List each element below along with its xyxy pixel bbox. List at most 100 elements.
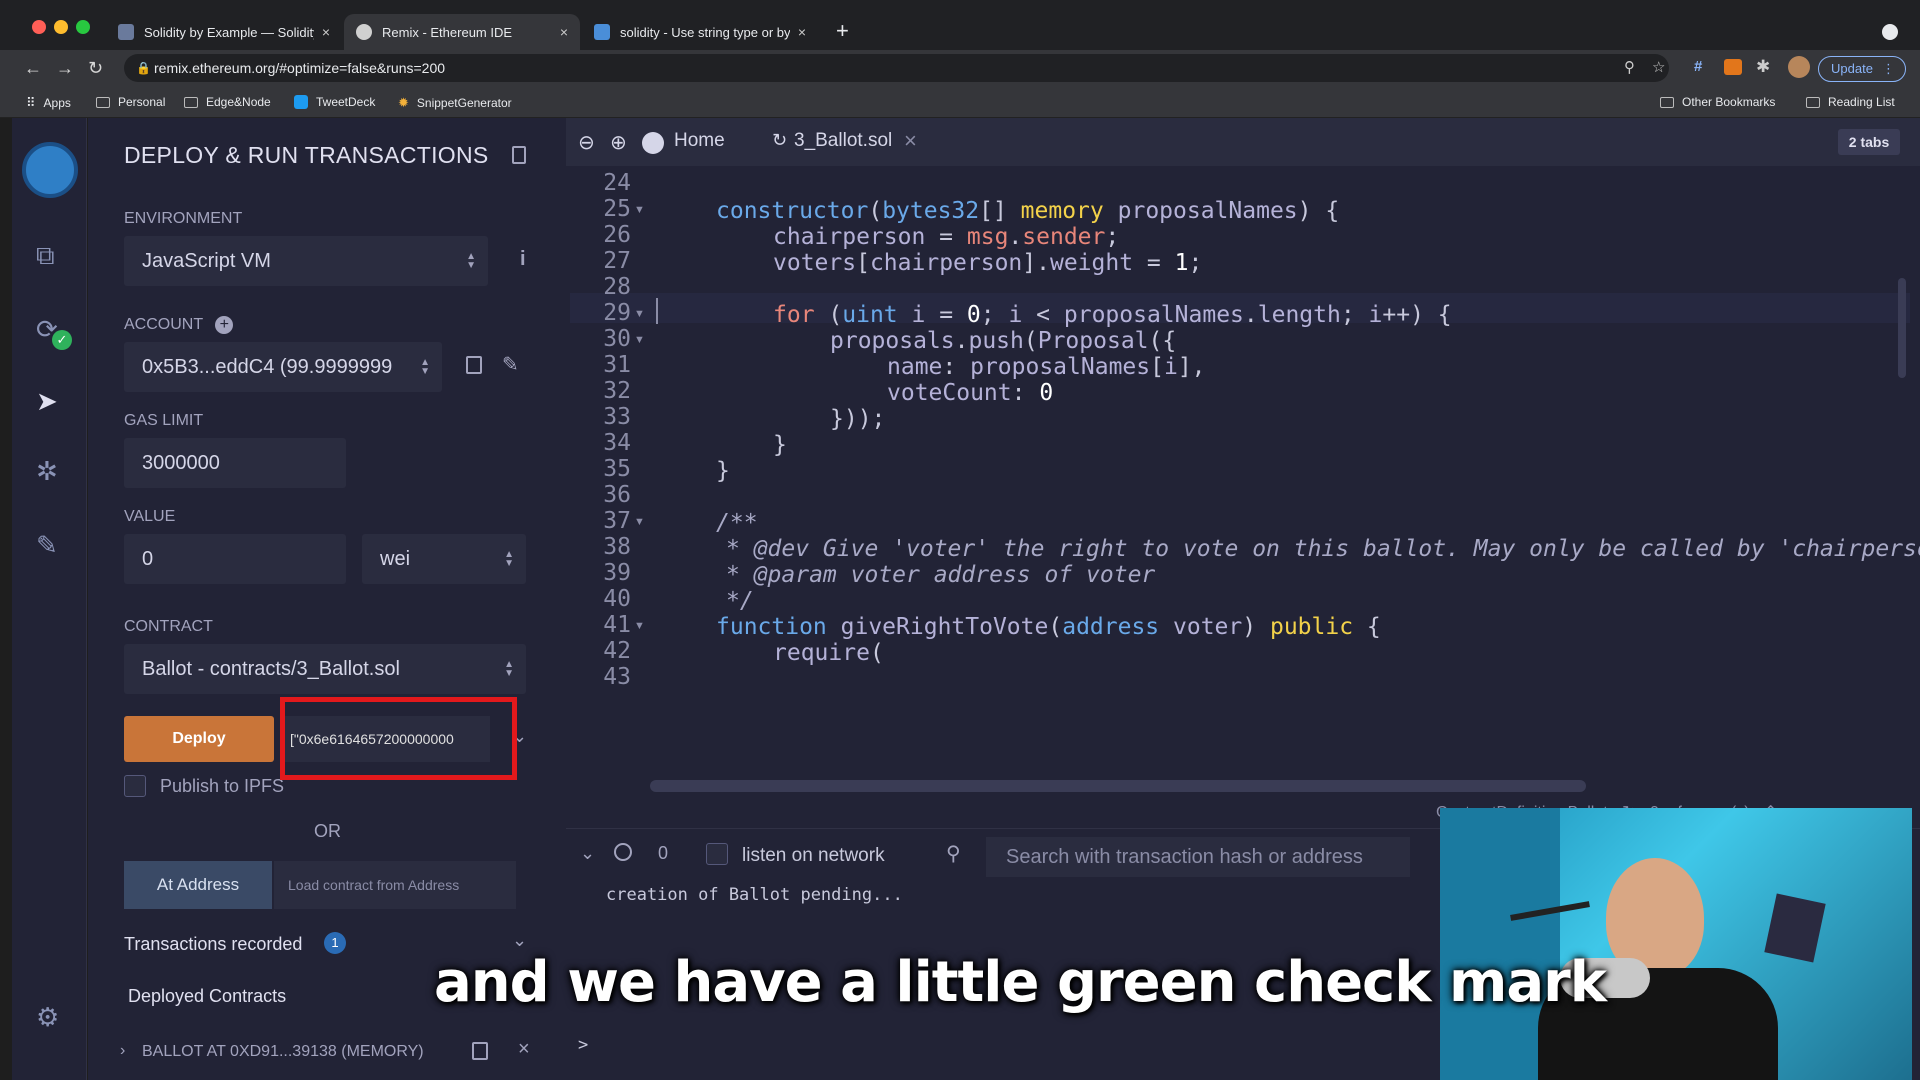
file-explorer-icon[interactable]: ⧉ bbox=[36, 240, 55, 272]
bookmark-edge-node[interactable]: Edge&Node bbox=[184, 95, 271, 109]
code-line: chairperson = msg.sender; bbox=[773, 224, 1120, 250]
publish-ipfs-checkbox[interactable] bbox=[124, 775, 146, 797]
bookmark-snippet-generator[interactable]: ✹ SnippetGenerator bbox=[398, 95, 512, 111]
contract-select[interactable]: Ballot - contracts/3_Ballot.sol ▲ ▼ bbox=[124, 644, 526, 694]
listen-network-label: listen on network bbox=[742, 845, 885, 866]
url-text: remix.ethereum.org/#optimize=false&runs=… bbox=[154, 60, 446, 76]
clear-console-icon[interactable] bbox=[614, 843, 632, 861]
tabs-dropdown[interactable]: 2 tabs bbox=[1838, 129, 1900, 155]
settings-gear-icon[interactable]: ⚙ bbox=[36, 1002, 59, 1033]
plugin-manager-icon[interactable]: ✎ bbox=[36, 530, 58, 561]
maximize-window-button[interactable] bbox=[76, 20, 90, 34]
tab-home[interactable]: Home bbox=[674, 130, 725, 152]
browser-tab-solidity-by-example[interactable]: Solidity by Example — Solidity × bbox=[106, 14, 342, 50]
metamask-icon[interactable] bbox=[1724, 59, 1742, 75]
code-line: function giveRightToVote(address voter) … bbox=[716, 614, 1381, 640]
deploy-run-panel: DEPLOY & RUN TRANSACTIONS ENVIRONMENT Ja… bbox=[88, 118, 566, 1080]
close-icon[interactable]: × bbox=[518, 1038, 530, 1061]
collapse-chevron-icon[interactable]: ⌄ bbox=[580, 843, 595, 864]
code-line: for (uint i = 0; i < proposalNames.lengt… bbox=[773, 302, 1452, 328]
green-check-icon: ✓ bbox=[52, 330, 72, 350]
terminal-prompt[interactable]: > bbox=[578, 1035, 588, 1055]
solidity-compiler-icon[interactable]: ⟳ ✓ bbox=[36, 314, 72, 350]
browser-tabstrip: Solidity by Example — Solidity × Remix -… bbox=[0, 0, 1920, 50]
terminal-search-input[interactable]: Search with transaction hash or address bbox=[986, 837, 1410, 877]
listen-network-checkbox[interactable] bbox=[706, 843, 728, 865]
bookmark-star-icon[interactable]: ☆ bbox=[1652, 54, 1665, 82]
docs-book-icon[interactable] bbox=[512, 146, 526, 164]
code-line: voters[chairperson].weight = 1; bbox=[773, 250, 1203, 276]
copy-icon[interactable] bbox=[466, 356, 482, 374]
add-account-icon[interactable]: + bbox=[215, 316, 234, 334]
deployed-instance[interactable]: BALLOT AT 0XD91...39138 (MEMORY) bbox=[142, 1043, 424, 1061]
code-line: name: proposalNames[i], bbox=[887, 354, 1206, 380]
tweetdeck-icon bbox=[294, 95, 308, 109]
search-icon: ⚲ bbox=[946, 843, 961, 865]
horizontal-scrollbar[interactable] bbox=[650, 780, 1586, 792]
bookmark-other[interactable]: Other Bookmarks bbox=[1660, 95, 1775, 109]
chevron-down-icon[interactable]: ⌄ bbox=[512, 930, 527, 951]
lock-icon: 🔒 bbox=[136, 61, 151, 75]
account-select[interactable]: 0x5B3...eddC4 (99.9999999 ▲ ▼ bbox=[124, 342, 442, 392]
forward-arrow-icon[interactable]: → bbox=[56, 57, 74, 79]
deploy-button[interactable]: Deploy bbox=[124, 716, 274, 762]
new-tab-button[interactable]: + bbox=[836, 18, 849, 44]
select-arrows-icon: ▲ ▼ bbox=[420, 357, 430, 377]
browser-tab-stackexchange[interactable]: solidity - Use string type or by × bbox=[582, 14, 818, 50]
remix-icon-panel: ⧉ ⟳ ✓ ➤ ✲ ✎ ⚙ bbox=[12, 118, 87, 1080]
file-sync-icon: ↻ bbox=[772, 130, 788, 150]
transactions-recorded-label[interactable]: Transactions recorded bbox=[124, 934, 302, 955]
close-tab-icon[interactable]: × bbox=[560, 24, 568, 40]
environment-select[interactable]: JavaScript VM ▲ ▼ bbox=[124, 236, 488, 286]
info-icon[interactable]: i bbox=[520, 248, 526, 271]
apps-grid-icon: ⠿ bbox=[26, 95, 36, 110]
zoom-out-icon[interactable]: ⊖ bbox=[578, 130, 595, 155]
close-tab-icon[interactable]: × bbox=[904, 128, 917, 154]
zoom-in-icon[interactable]: ⊕ bbox=[610, 130, 627, 155]
at-address-button[interactable]: At Address bbox=[124, 861, 272, 909]
debugger-bug-icon[interactable]: ✲ bbox=[36, 456, 58, 487]
folder-icon bbox=[1660, 96, 1674, 108]
highlight-box bbox=[280, 697, 517, 780]
copy-icon[interactable] bbox=[472, 1042, 488, 1060]
load-address-input[interactable]: Load contract from Address bbox=[274, 861, 516, 909]
code-line: proposals.push(Proposal({ bbox=[830, 328, 1177, 354]
vertical-scrollbar[interactable] bbox=[1898, 278, 1906, 378]
close-window-button[interactable] bbox=[32, 20, 46, 34]
bookmark-apps[interactable]: ⠿ Apps bbox=[26, 95, 71, 111]
gas-limit-input[interactable]: 3000000 bbox=[124, 438, 346, 488]
browser-tab-remix[interactable]: Remix - Ethereum IDE × bbox=[344, 14, 580, 50]
stackexchange-icon bbox=[594, 24, 610, 40]
close-tab-icon[interactable]: × bbox=[798, 24, 806, 40]
update-label: Update bbox=[1831, 61, 1873, 76]
extensions-puzzle-icon[interactable]: ✱ bbox=[1756, 57, 1770, 77]
back-arrow-icon[interactable]: ← bbox=[24, 57, 42, 79]
tab-ballot-sol[interactable]: 3_Ballot.sol bbox=[794, 130, 892, 152]
code-comment: */ bbox=[726, 588, 754, 614]
address-bar[interactable]: 🔒 remix.ethereum.org/#optimize=false&run… bbox=[124, 54, 1669, 82]
code-content[interactable]: constructor(bytes32[] memory proposalNam… bbox=[566, 166, 1920, 798]
bookmark-personal[interactable]: Personal bbox=[96, 95, 165, 109]
value-input[interactable]: 0 bbox=[124, 534, 346, 584]
select-arrows-icon: ▲ ▼ bbox=[504, 659, 514, 679]
reload-icon[interactable]: ↻ bbox=[88, 57, 103, 79]
chevron-right-icon[interactable]: › bbox=[120, 1042, 125, 1060]
bookmark-tweetdeck[interactable]: TweetDeck bbox=[294, 95, 375, 109]
video-subtitle: and we have a little green check mark bbox=[434, 950, 1607, 1015]
update-button[interactable]: Update ⋮ bbox=[1818, 56, 1906, 82]
value-label: VALUE bbox=[124, 508, 176, 525]
tab-search-icon[interactable] bbox=[1882, 24, 1898, 40]
pending-tx-count: 0 bbox=[658, 843, 669, 863]
remix-logo-icon[interactable] bbox=[22, 142, 78, 198]
code-comment: * @param voter address of voter bbox=[726, 562, 1156, 588]
minimize-window-button[interactable] bbox=[54, 20, 68, 34]
code-editor: ⊖ ⊕ Home ↻ 3_Ballot.sol × 2 tabs 24 25 ▼ 26… bbox=[566, 118, 1920, 828]
value-unit-select[interactable]: wei ▲ ▼ bbox=[362, 534, 526, 584]
profile-avatar[interactable] bbox=[1788, 56, 1810, 78]
extension-hash-icon[interactable]: # bbox=[1694, 58, 1702, 75]
close-tab-icon[interactable]: × bbox=[322, 24, 330, 40]
edit-pencil-icon[interactable]: ✎ bbox=[502, 352, 519, 377]
reading-list[interactable]: Reading List bbox=[1806, 95, 1895, 109]
zoom-icon[interactable]: ⚲ bbox=[1624, 54, 1635, 82]
deploy-run-icon[interactable]: ➤ bbox=[36, 386, 58, 417]
